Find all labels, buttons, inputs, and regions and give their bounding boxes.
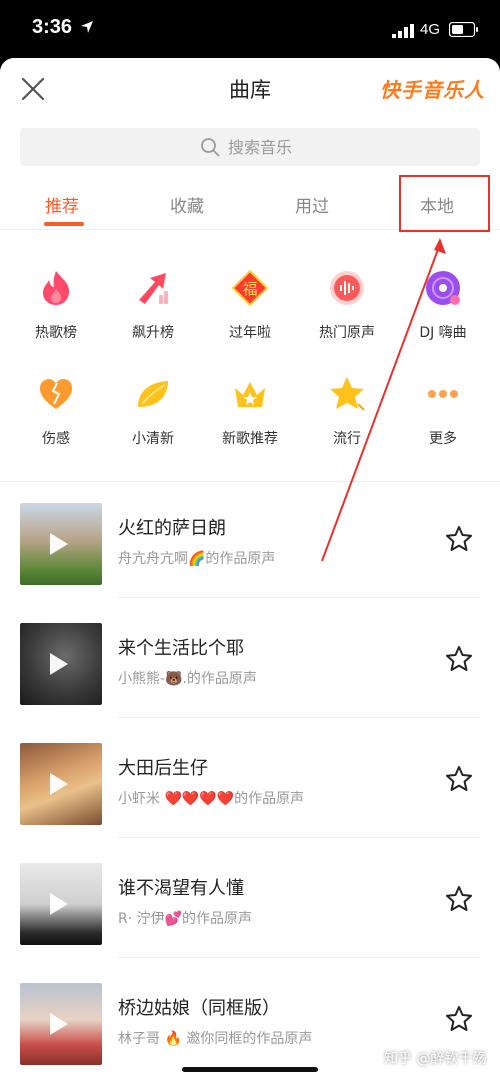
audio-wave-icon (330, 271, 364, 305)
location-arrow-icon (81, 21, 93, 33)
vinyl-icon (426, 271, 460, 305)
fu-icon: 福 (231, 269, 269, 307)
song-author: 舟亢舟亢啊🌈的作品原声 (118, 551, 276, 567)
category-label: DJ 嗨曲 (419, 325, 467, 341)
song-title: 火红的萨日朗 (118, 518, 226, 539)
category-hot-chart[interactable]: 热歌榜 (6, 268, 106, 342)
favorite-star-icon[interactable] (444, 764, 474, 794)
favorite-star-icon[interactable] (444, 884, 474, 914)
battery-icon (449, 22, 478, 37)
search-icon (201, 138, 220, 157)
song-cover[interactable] (20, 503, 102, 585)
favorite-star-icon[interactable] (444, 644, 474, 674)
active-tab-indicator (44, 222, 84, 226)
search-input[interactable] (228, 137, 300, 157)
status-bar: 3:36 4G (0, 0, 500, 60)
header: 曲库 快手音乐人 (0, 58, 500, 116)
broken-heart-icon (40, 379, 72, 409)
rising-arrow-icon (139, 273, 168, 304)
crown-icon (235, 382, 265, 407)
category-dj[interactable]: DJ 嗨曲 (393, 268, 493, 342)
star-badge-icon (330, 377, 365, 411)
brand-logo: 快手音乐人 (380, 78, 485, 102)
play-icon (50, 1013, 68, 1035)
more-dots-icon (428, 390, 458, 398)
category-label: 过年啦 (229, 325, 271, 341)
tab-recommend[interactable]: 推荐 (2, 192, 122, 217)
category-label: 流行 (333, 431, 361, 447)
category-label: 新歌推荐 (222, 431, 278, 447)
song-title: 桥边姑娘（同框版） (118, 998, 280, 1019)
song-item[interactable]: 火红的萨日朗 舟亢舟亢啊🌈的作品原声 (0, 478, 500, 598)
category-label: 伤感 (42, 431, 70, 447)
category-new-songs[interactable]: 新歌推荐 (200, 374, 300, 448)
music-library-sheet: 曲库 快手音乐人 推荐 收藏 用过 本地 热歌榜 飙升榜 福 (0, 58, 500, 1084)
svg-text:福: 福 (242, 280, 257, 298)
category-new-year[interactable]: 福 过年啦 (200, 268, 300, 342)
category-hot-original-sound[interactable]: 热门原声 (297, 268, 397, 342)
song-cover[interactable] (20, 983, 102, 1065)
category-label: 小清新 (132, 431, 174, 447)
song-author: 小虾米 ❤️❤️❤️❤️的作品原声 (118, 791, 305, 807)
category-pop[interactable]: 流行 (297, 374, 397, 448)
song-author: R· 泞伊💕的作品原声 (118, 911, 253, 927)
tab-favorites[interactable]: 收藏 (127, 192, 247, 217)
song-item[interactable]: 来个生活比个耶 小熊熊-🐻.的作品原声 (0, 598, 500, 718)
song-cover[interactable] (20, 623, 102, 705)
song-cover[interactable] (20, 743, 102, 825)
category-sad[interactable]: 伤感 (6, 374, 106, 448)
tab-used[interactable]: 用过 (252, 192, 372, 217)
watermark: 知乎 @醉钦千殇 (384, 1051, 487, 1067)
category-label: 飙升榜 (132, 325, 174, 341)
play-icon (50, 533, 68, 555)
category-label: 热门原声 (319, 325, 375, 341)
status-time: 3:36 (32, 16, 73, 38)
category-label: 热歌榜 (35, 325, 77, 341)
category-fresh[interactable]: 小清新 (103, 374, 203, 448)
favorite-star-icon[interactable] (444, 1004, 474, 1034)
favorite-star-icon[interactable] (444, 524, 474, 554)
song-item[interactable]: 大田后生仔 小虾米 ❤️❤️❤️❤️的作品原声 (0, 718, 500, 838)
song-cover[interactable] (20, 863, 102, 945)
song-title: 大田后生仔 (118, 758, 208, 779)
play-icon (50, 653, 68, 675)
home-indicator (182, 1067, 318, 1072)
category-more[interactable]: 更多 (393, 374, 493, 448)
song-title: 谁不渴望有人懂 (118, 878, 244, 899)
category-label: 更多 (429, 431, 457, 447)
signal-icon (392, 24, 414, 38)
play-icon (50, 773, 68, 795)
song-item[interactable]: 谁不渴望有人懂 R· 泞伊💕的作品原声 (0, 838, 500, 958)
network-type: 4G (420, 21, 441, 38)
category-rising-chart[interactable]: 飙升榜 (103, 268, 203, 342)
leaf-icon (138, 381, 168, 407)
search-bar[interactable] (20, 128, 480, 166)
play-icon (50, 893, 68, 915)
song-title: 来个生活比个耶 (118, 638, 244, 659)
song-author: 林子哥 🔥 邀你同框的作品原声 (118, 1031, 313, 1047)
annotation-highlight-box (399, 175, 490, 232)
flame-icon (43, 271, 70, 305)
song-author: 小熊熊-🐻.的作品原声 (118, 671, 257, 687)
